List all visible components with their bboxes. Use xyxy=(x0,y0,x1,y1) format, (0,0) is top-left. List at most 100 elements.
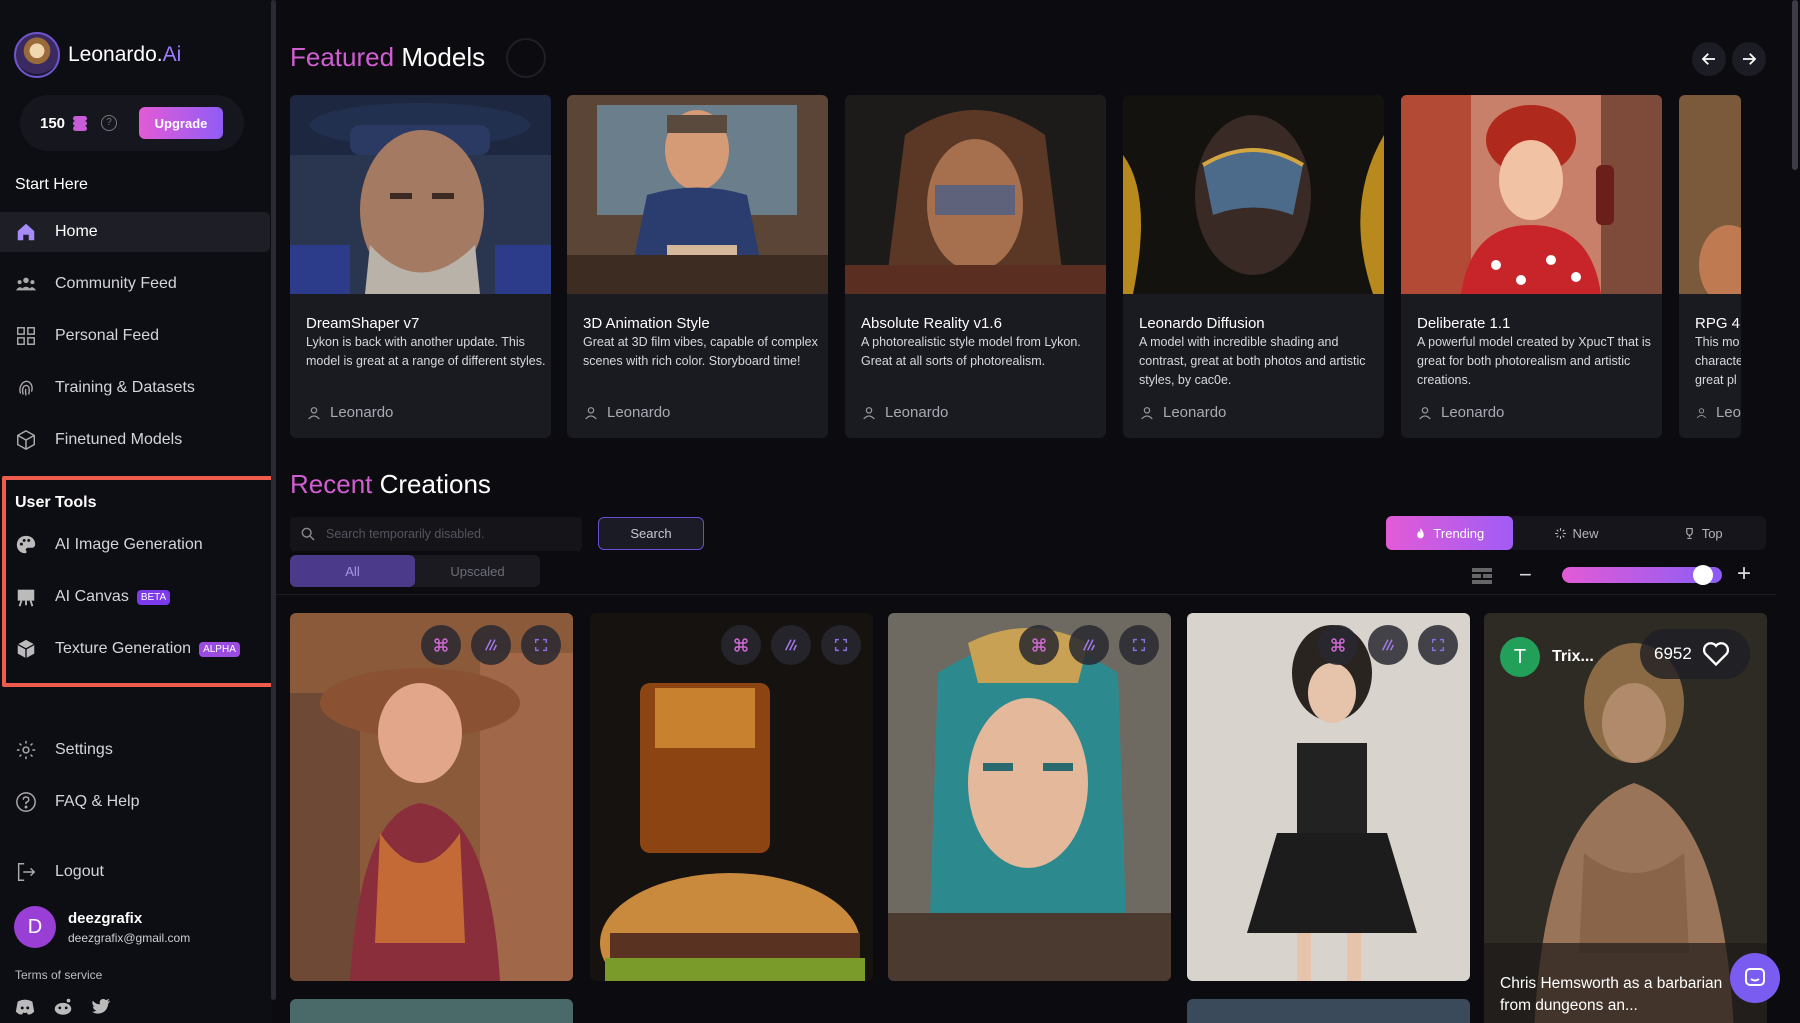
model-card[interactable]: 3D Animation Style Great at 3D film vibe… xyxy=(567,95,828,438)
tab-label: Trending xyxy=(1433,525,1485,541)
sidebar-item-home[interactable]: Home xyxy=(0,212,270,252)
sidebar-item-texture-generation[interactable]: Texture Generation ALPHA xyxy=(0,629,270,669)
creation-actions xyxy=(1318,625,1458,665)
search-input[interactable] xyxy=(326,527,566,541)
model-author-name: Leo xyxy=(1715,404,1741,421)
grid-icon xyxy=(17,327,35,345)
search-icon xyxy=(301,527,315,541)
remix-button[interactable] xyxy=(1318,625,1358,665)
prompt-button[interactable] xyxy=(1368,625,1408,665)
user-icon xyxy=(1141,406,1153,419)
sidebar-item-label: AI Canvas xyxy=(55,588,129,605)
prompt-button[interactable] xyxy=(1069,625,1109,665)
tab-top[interactable]: Top xyxy=(1639,516,1766,550)
user-tools-label: User Tools xyxy=(15,494,97,511)
twitter-icon[interactable] xyxy=(90,996,112,1018)
loading-spinner-icon xyxy=(506,38,546,78)
sidebar-item-personal-feed[interactable]: Personal Feed xyxy=(0,316,270,356)
sidebar-item-ai-canvas[interactable]: AI Canvas BETA xyxy=(0,577,270,617)
search-button[interactable]: Search xyxy=(598,517,704,550)
featured-models-carousel: DreamShaper v7 Lykon is back with anothe… xyxy=(290,95,1752,440)
prompt-button[interactable] xyxy=(471,625,511,665)
carousel-next-button[interactable] xyxy=(1732,42,1766,76)
model-card[interactable]: DreamShaper v7 Lykon is back with anothe… xyxy=(290,95,551,438)
model-author-name: Leonardo xyxy=(1163,404,1227,421)
help-icon[interactable]: ? xyxy=(101,115,118,131)
model-author: Leonardo xyxy=(1417,404,1504,421)
sidebar-item-ai-image-generation[interactable]: AI Image Generation xyxy=(0,525,270,565)
sidebar-item-training-datasets[interactable]: Training & Datasets xyxy=(0,368,270,408)
user-icon xyxy=(308,406,320,419)
slash-lines-icon xyxy=(1083,639,1095,651)
tab-all[interactable]: All xyxy=(290,555,415,587)
model-card[interactable]: Deliberate 1.1 A powerful model created … xyxy=(1401,95,1662,438)
creation-card-partial[interactable] xyxy=(290,999,573,1023)
creator-info[interactable]: T Trix... xyxy=(1500,637,1594,677)
tab-upscaled[interactable]: Upscaled xyxy=(415,555,540,587)
user-profile[interactable]: D deezgrafix deezgrafix@gmail.com xyxy=(14,906,190,948)
zoom-in-button[interactable]: + xyxy=(1737,560,1751,588)
sidebar-item-community-feed[interactable]: Community Feed xyxy=(0,264,270,304)
creation-card-hovered[interactable]: T Trix... 6952 Chris Hemsworth as a barb… xyxy=(1484,613,1767,1023)
model-card[interactable]: Leonardo Diffusion A model with incredib… xyxy=(1123,95,1384,438)
zoom-out-button[interactable]: − xyxy=(1519,562,1532,588)
sidebar-item-settings[interactable]: Settings xyxy=(0,730,270,770)
coin-stack-icon xyxy=(73,116,89,131)
tab-new[interactable]: New xyxy=(1513,516,1640,550)
expand-icon xyxy=(834,638,848,652)
creation-card[interactable] xyxy=(290,613,573,981)
model-card[interactable]: RPG 4 This mo characte great pl Leo xyxy=(1679,95,1741,438)
model-thumbnail xyxy=(1679,95,1741,305)
page-scrollbar[interactable] xyxy=(1792,0,1798,170)
reddit-icon[interactable] xyxy=(52,996,74,1018)
model-name: 3D Animation Style xyxy=(583,315,710,332)
texture-cube-icon xyxy=(17,639,35,659)
remix-button[interactable] xyxy=(421,625,461,665)
creation-card-partial[interactable] xyxy=(1187,999,1470,1023)
zoom-slider-knob[interactable] xyxy=(1692,565,1713,585)
remix-button[interactable] xyxy=(1019,625,1059,665)
chat-support-button[interactable] xyxy=(1730,953,1780,1003)
model-description: Lykon is back with another update. This … xyxy=(306,335,546,368)
expand-button[interactable] xyxy=(1418,625,1458,665)
model-name: Deliberate 1.1 xyxy=(1417,315,1511,332)
upgrade-button[interactable]: Upgrade xyxy=(139,107,224,139)
sidebar-item-finetuned-models[interactable]: Finetuned Models xyxy=(0,420,270,460)
leonardo-logo-icon xyxy=(14,32,60,78)
arrow-left-icon xyxy=(1701,53,1715,65)
prompt-button[interactable] xyxy=(771,625,811,665)
model-description: A model with incredible shading and cont… xyxy=(1139,335,1366,387)
model-thumbnail xyxy=(1123,95,1384,294)
discord-icon[interactable] xyxy=(14,996,36,1018)
beta-badge: BETA xyxy=(136,589,171,605)
brand[interactable]: Leonardo.Ai xyxy=(14,32,181,78)
sidebar-item-logout[interactable]: Logout xyxy=(0,852,270,892)
recent-creations-title: Recent Creations xyxy=(290,469,491,499)
like-count: 6952 xyxy=(1654,644,1692,663)
model-card[interactable]: Absolute Reality v1.6 A photorealistic s… xyxy=(845,95,1106,438)
expand-button[interactable] xyxy=(521,625,561,665)
expand-button[interactable] xyxy=(821,625,861,665)
creation-card[interactable] xyxy=(888,613,1171,981)
remix-button[interactable] xyxy=(721,625,761,665)
main-content: Featured Models DreamShaper v7 Lykon is … xyxy=(276,0,1780,1023)
model-description: Great at 3D film vibes, capable of compl… xyxy=(583,335,818,368)
filter-tabs: All Upscaled xyxy=(290,555,540,587)
like-button[interactable]: 6952 xyxy=(1640,629,1750,679)
sidebar-item-label: Finetuned Models xyxy=(55,431,183,448)
user-icon xyxy=(1419,406,1431,419)
zoom-slider[interactable] xyxy=(1562,565,1722,585)
tab-trending[interactable]: Trending xyxy=(1386,516,1513,550)
terms-link[interactable]: Terms of service xyxy=(15,968,102,982)
sidebar-item-faq-help[interactable]: FAQ & Help xyxy=(0,782,270,822)
creation-actions xyxy=(721,625,861,665)
model-author-name: Leonardo xyxy=(607,404,671,421)
social-links xyxy=(14,996,112,1018)
expand-icon xyxy=(1431,638,1445,652)
expand-button[interactable] xyxy=(1119,625,1159,665)
carousel-prev-button[interactable] xyxy=(1692,42,1726,76)
creation-card[interactable] xyxy=(590,613,873,981)
grid-layout-icon[interactable] xyxy=(1472,566,1492,586)
creation-card[interactable] xyxy=(1187,613,1470,981)
search-box xyxy=(290,517,582,551)
